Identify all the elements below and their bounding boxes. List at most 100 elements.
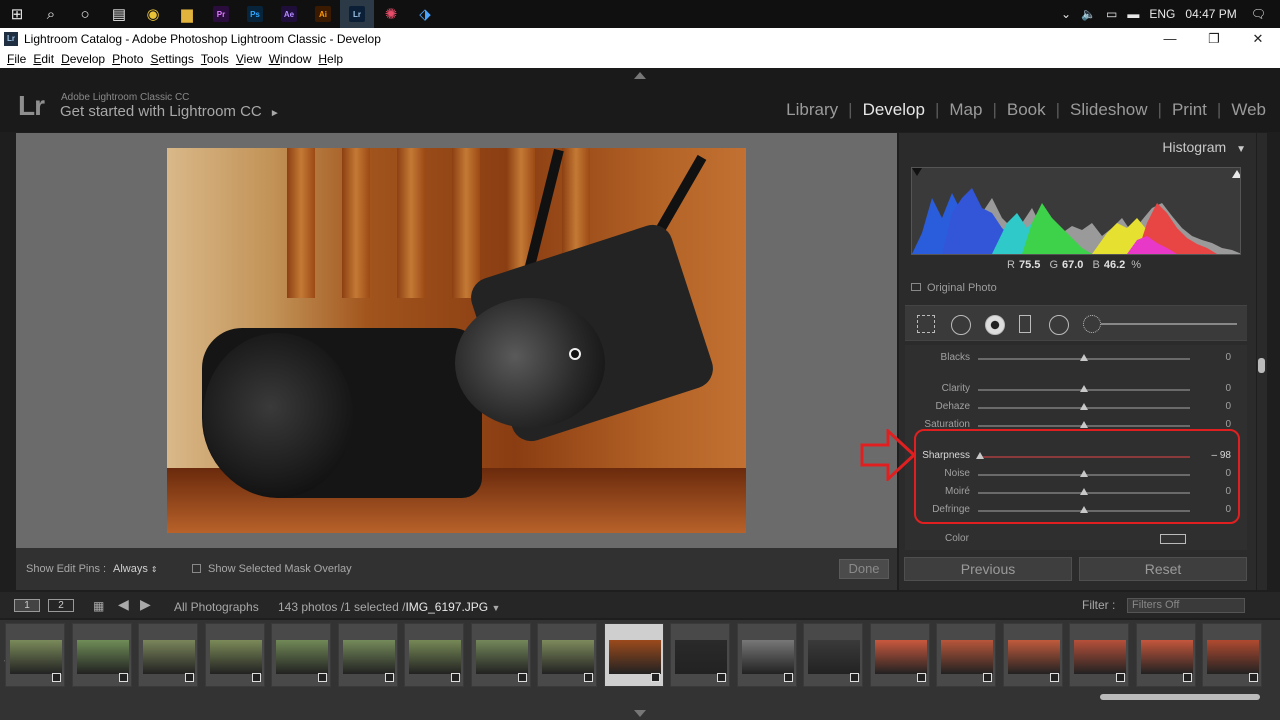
collapse-filmstrip-icon[interactable] [634, 710, 646, 717]
premiere-icon[interactable]: Pr [204, 0, 238, 28]
filmstrip-thumbnail[interactable] [5, 623, 65, 687]
slider-knob[interactable] [1080, 385, 1088, 392]
menu-window[interactable]: Window [269, 52, 312, 66]
color-row[interactable]: Color [905, 533, 1247, 549]
network-icon[interactable]: ▭ [1106, 7, 1117, 21]
adjustment-brush-icon[interactable] [1083, 315, 1101, 333]
menu-view[interactable]: View [236, 52, 262, 66]
module-book[interactable]: Book [1007, 100, 1046, 120]
filmstrip-thumbnail[interactable] [71, 623, 132, 687]
filmstrip-scrollbar[interactable] [1100, 694, 1260, 700]
filmstrip-thumbnail[interactable] [1002, 623, 1063, 687]
histogram[interactable] [911, 167, 1241, 255]
menu-edit[interactable]: Edit [33, 52, 54, 66]
filmstrip-thumbnail[interactable] [404, 623, 464, 687]
forward-arrow-icon[interactable]: ▶ [140, 596, 151, 613]
slider-dehaze[interactable]: Dehaze 0 [905, 399, 1247, 415]
menu-help[interactable]: Help [318, 52, 343, 66]
module-print[interactable]: Print [1172, 100, 1207, 120]
previous-button[interactable]: Previous [904, 557, 1072, 581]
filter-select[interactable]: Filters Off [1127, 598, 1245, 613]
menu-develop[interactable]: Develop [61, 52, 105, 66]
done-button[interactable]: Done [839, 559, 889, 579]
spot-removal-icon[interactable] [951, 315, 971, 335]
close-icon[interactable]: ✕ [1236, 28, 1280, 49]
filmstrip-thumbnail[interactable] [803, 623, 863, 687]
filmstrip-thumbnail[interactable] [138, 623, 198, 687]
language-indicator[interactable]: ENG [1149, 7, 1175, 21]
collapse-top-panel-icon[interactable] [634, 72, 646, 79]
battery-icon[interactable]: ▬ [1127, 7, 1139, 21]
volume-icon[interactable]: 🔈 [1081, 7, 1096, 21]
filmstrip-thumbnail[interactable] [670, 623, 730, 687]
graduated-filter-icon[interactable] [1019, 315, 1031, 333]
radial-filter-icon[interactable] [1049, 315, 1069, 335]
slider-knob[interactable] [1080, 354, 1088, 361]
menu-tools[interactable]: Tools [201, 52, 229, 66]
slider-value[interactable]: 0 [1225, 401, 1231, 412]
lightroom-taskbar-icon[interactable]: Lr [340, 0, 374, 28]
red-eye-icon[interactable] [985, 315, 1005, 335]
back-arrow-icon[interactable]: ◀ [118, 596, 129, 613]
minimize-icon[interactable]: — [1148, 28, 1192, 49]
menu-photo[interactable]: Photo [112, 52, 143, 66]
filmstrip-thumbnail[interactable] [1202, 623, 1262, 687]
after-effects-icon[interactable]: Ae [272, 0, 306, 28]
brush-size-slider[interactable] [1101, 323, 1237, 325]
scroll-thumb[interactable] [1258, 358, 1265, 373]
paint-icon[interactable]: ✺ [374, 0, 408, 28]
filmstrip-thumbnail[interactable] [470, 623, 531, 687]
slider-knob[interactable] [1080, 403, 1088, 410]
module-web[interactable]: Web [1231, 100, 1266, 120]
filmstrip-thumbnail[interactable] [337, 623, 398, 687]
right-panel-scrollbar[interactable] [1257, 133, 1267, 590]
module-develop[interactable]: Develop [863, 100, 925, 120]
cortana-icon[interactable]: ○ [68, 0, 102, 28]
module-map[interactable]: Map [949, 100, 982, 120]
menu-settings[interactable]: Settings [150, 52, 193, 66]
primary-window-button[interactable]: 1 [14, 599, 40, 612]
edit-pin[interactable] [569, 348, 581, 360]
filmstrip-thumbnail[interactable] [736, 623, 797, 687]
chevron-up-icon[interactable]: ⌄ [1061, 7, 1071, 21]
show-edit-pins-select[interactable]: Always ⇕ [113, 563, 158, 575]
module-library[interactable]: Library [786, 100, 838, 120]
filmstrip-thumbnail[interactable] [204, 623, 265, 687]
filmstrip-thumbnail[interactable] [537, 623, 597, 687]
filmstrip-thumbnail[interactable] [936, 623, 996, 687]
photos-icon[interactable]: ⬗ [408, 0, 442, 28]
histogram-header[interactable]: Histogram ▼ [1162, 139, 1246, 155]
color-swatch[interactable] [1160, 534, 1186, 544]
filmstrip-thumbnail[interactable] [603, 623, 664, 687]
grid-view-icon[interactable]: ▦ [93, 599, 107, 613]
slider-value[interactable]: 0 [1225, 352, 1231, 363]
filmstrip-thumbnail[interactable] [1069, 623, 1129, 687]
slider-knob[interactable] [1080, 421, 1088, 428]
chrome-icon[interactable]: ◉ [136, 0, 170, 28]
original-photo-toggle[interactable]: Original Photo [911, 282, 997, 294]
mask-overlay-checkbox[interactable] [192, 564, 201, 573]
slider-value[interactable]: 0 [1225, 383, 1231, 394]
photoshop-icon[interactable]: Ps [238, 0, 272, 28]
filmstrip-thumbnail[interactable] [869, 623, 930, 687]
filmstrip-count[interactable]: 143 photos /1 selected /IMG_6197.JPG ▼ [278, 600, 500, 614]
windows-start-icon[interactable]: ⊞ [0, 0, 34, 28]
task-view-icon[interactable]: ▤ [102, 0, 136, 28]
filmstrip-thumbnail[interactable] [1135, 623, 1196, 687]
photo-preview[interactable] [167, 148, 746, 533]
maximize-icon[interactable]: ❐ [1192, 28, 1236, 49]
get-started-link[interactable]: Get started with Lightroom CC ► [60, 103, 280, 120]
menu-file[interactable]: File [7, 52, 26, 66]
file-explorer-icon[interactable]: ▆ [170, 0, 204, 28]
slider-clarity[interactable]: Clarity 0 [905, 381, 1247, 397]
filmstrip-thumbnail[interactable] [271, 623, 331, 687]
secondary-window-button[interactable]: 2 [48, 599, 74, 612]
illustrator-icon[interactable]: Ai [306, 0, 340, 28]
clock[interactable]: 04:47 PM [1185, 7, 1236, 21]
crop-icon[interactable] [917, 315, 935, 333]
filmstrip-source[interactable]: All Photographs [174, 600, 259, 614]
slider-blacks[interactable]: Blacks 0 [905, 350, 1247, 366]
module-slideshow[interactable]: Slideshow [1070, 100, 1148, 120]
search-icon[interactable]: ⌕ [34, 0, 68, 28]
notifications-icon[interactable]: 🗨 [1251, 7, 1266, 21]
